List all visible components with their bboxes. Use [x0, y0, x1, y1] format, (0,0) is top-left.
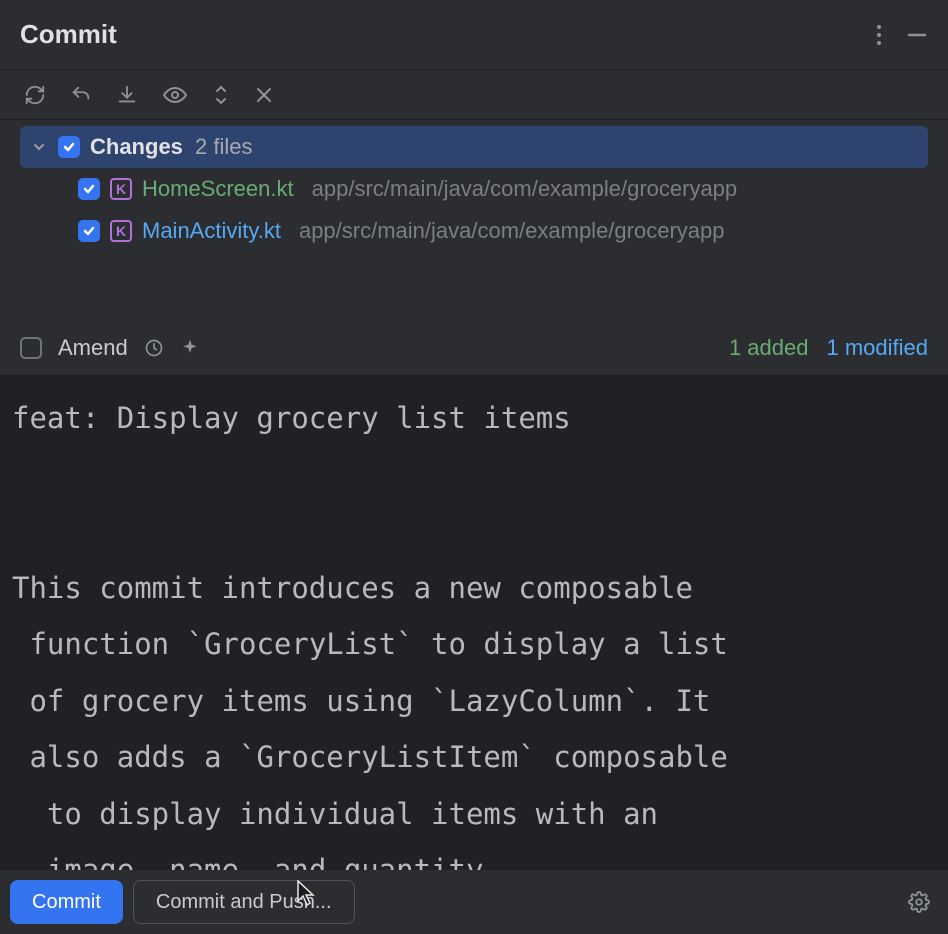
- changes-tree: Changes 2 files K HomeScreen.kt app/src/…: [0, 120, 948, 252]
- refresh-icon[interactable]: [24, 84, 46, 106]
- settings-icon[interactable]: [908, 891, 930, 913]
- commit-footer: Commit Commit and Push...: [0, 870, 948, 934]
- more-icon[interactable]: [876, 24, 882, 46]
- stat-modified: 1 modified: [826, 335, 928, 361]
- panel-header: Commit: [0, 0, 948, 70]
- changes-root-row[interactable]: Changes 2 files: [20, 126, 928, 168]
- file-row[interactable]: K HomeScreen.kt app/src/main/java/com/ex…: [20, 168, 928, 210]
- kotlin-file-icon: K: [110, 178, 132, 200]
- file-name: HomeScreen.kt: [142, 176, 294, 202]
- rollback-icon[interactable]: [70, 84, 92, 106]
- group-by-icon[interactable]: [254, 85, 274, 105]
- ai-assist-icon[interactable]: [180, 338, 200, 358]
- minimize-icon[interactable]: [906, 24, 928, 46]
- file-checkbox[interactable]: [78, 178, 100, 200]
- commit-and-push-button[interactable]: Commit and Push...: [133, 880, 355, 924]
- shelve-icon[interactable]: [116, 84, 138, 106]
- history-icon[interactable]: [144, 338, 164, 358]
- file-row[interactable]: K MainActivity.kt app/src/main/java/com/…: [20, 210, 928, 252]
- file-checkbox[interactable]: [78, 220, 100, 242]
- amend-label: Amend: [58, 335, 128, 361]
- changes-title: Changes: [90, 134, 183, 159]
- commit-message-input[interactable]: [0, 376, 948, 870]
- amend-row: Amend 1 added 1 modified: [0, 320, 948, 376]
- file-name: MainActivity.kt: [142, 218, 281, 244]
- commit-button[interactable]: Commit: [10, 880, 123, 924]
- panel-title: Commit: [20, 19, 117, 50]
- changes-count: 2 files: [195, 134, 252, 159]
- commit-toolbar: [0, 70, 948, 120]
- kotlin-file-icon: K: [110, 220, 132, 242]
- preview-diff-icon[interactable]: [162, 84, 188, 106]
- file-path: app/src/main/java/com/example/groceryapp: [312, 176, 738, 202]
- expand-collapse-icon[interactable]: [212, 84, 230, 106]
- changes-checkbox[interactable]: [58, 136, 80, 158]
- change-stats: 1 added 1 modified: [729, 335, 928, 361]
- changes-label: Changes 2 files: [90, 134, 253, 160]
- chevron-down-icon[interactable]: [30, 140, 48, 154]
- amend-checkbox[interactable]: [20, 337, 42, 359]
- header-actions: [876, 24, 928, 46]
- stat-added: 1 added: [729, 335, 809, 361]
- file-path: app/src/main/java/com/example/groceryapp: [299, 218, 725, 244]
